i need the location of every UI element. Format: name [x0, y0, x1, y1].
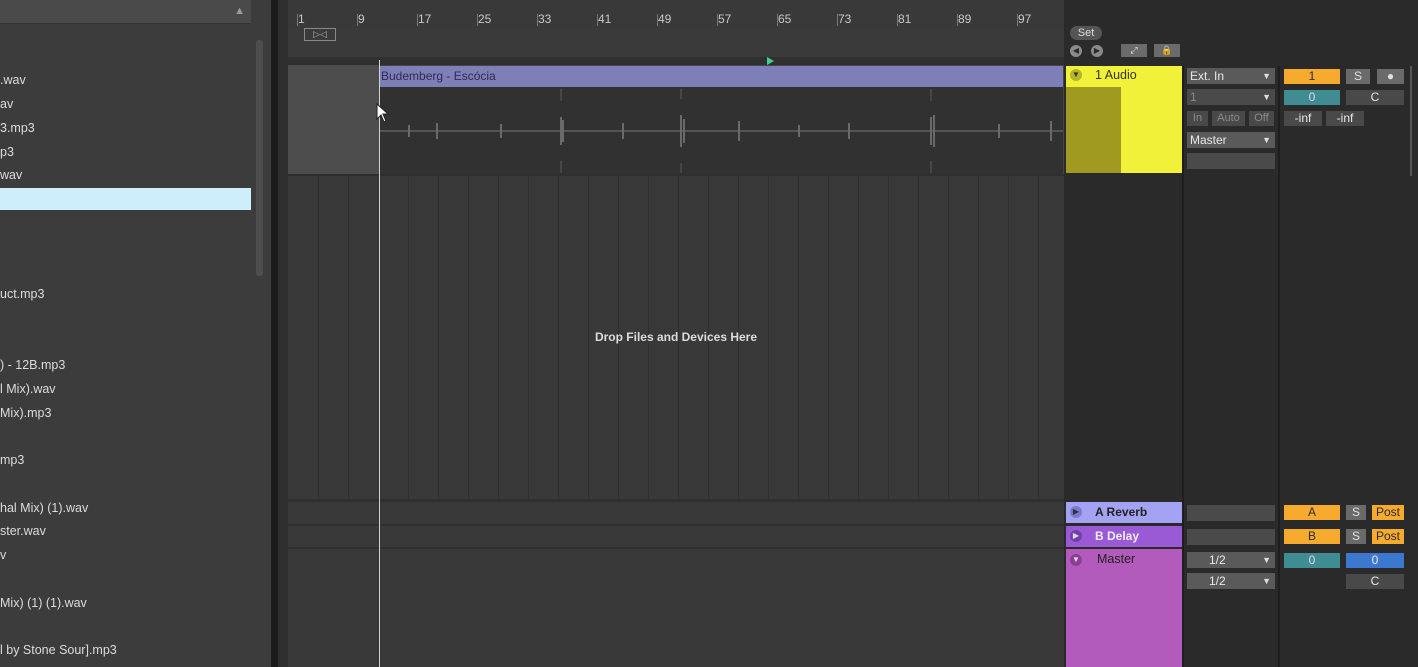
ruler-tick: 73 — [838, 12, 852, 26]
file-item[interactable]: av — [0, 95, 13, 113]
track-activator-button[interactable]: 1 — [1284, 69, 1340, 84]
return-a-solo[interactable]: S — [1346, 505, 1366, 520]
return-b-name[interactable]: B Delay — [1095, 529, 1139, 543]
file-item[interactable]: ) - 12B.mp3 — [0, 356, 65, 374]
beat-ruler[interactable]: 1 9 17 25 33 41 49 57 65 73 81 89 97 — [288, 0, 1064, 27]
return-a-lane[interactable] — [288, 502, 1064, 524]
file-item[interactable]: .wav — [0, 71, 26, 89]
meter-right-value: -inf — [1326, 111, 1364, 126]
file-item[interactable]: wav — [0, 166, 22, 184]
sort-up-icon[interactable]: ▲ — [234, 5, 245, 17]
waveform — [379, 89, 1063, 173]
monitor-auto-button[interactable]: Auto — [1212, 111, 1245, 126]
ruler-tick: 25 — [478, 12, 492, 26]
input-type-select[interactable]: Ext. In ▼ — [1187, 68, 1275, 84]
file-item[interactable]: Mix) (1) (1).wav — [0, 594, 87, 612]
fold-icon[interactable]: ▼ — [1070, 554, 1082, 566]
master-name[interactable]: Master — [1097, 552, 1135, 566]
fold-icon[interactable]: ▼ — [1070, 69, 1082, 81]
file-item[interactable]: uct.mp3 — [0, 285, 44, 303]
ruler-tick: 9 — [358, 12, 365, 26]
master-cue-out-select[interactable]: 1/2 ▼ — [1187, 552, 1275, 568]
lock-icon[interactable]: 🔒 — [1154, 44, 1180, 57]
monitor-off-button[interactable]: Off — [1249, 111, 1274, 126]
selected-file-row[interactable] — [0, 188, 251, 210]
master-lane[interactable] — [288, 549, 1064, 667]
input-channel-select[interactable]: 1 ▼ — [1187, 89, 1275, 105]
expand-icon[interactable]: ⤢ — [1121, 44, 1147, 57]
output-channel-select[interactable] — [1187, 153, 1275, 169]
panel-divider[interactable] — [271, 0, 278, 667]
monitor-in-button[interactable]: In — [1187, 111, 1208, 126]
ruler-tick: 49 — [658, 12, 672, 26]
meter-left-value: -inf — [1284, 111, 1322, 126]
file-item[interactable]: p3 — [0, 143, 14, 161]
ruler-tick: 65 — [778, 12, 792, 26]
file-item[interactable]: l by Stone Sour].mp3 — [0, 641, 117, 659]
ruler-tick: 41 — [598, 12, 612, 26]
return-b-post[interactable]: Post — [1372, 529, 1404, 544]
file-browser: ▲ — [0, 0, 271, 667]
ruler-tick: 17 — [418, 12, 432, 26]
return-b-activator[interactable]: B — [1284, 529, 1340, 544]
return-a-post[interactable]: Post — [1372, 505, 1404, 520]
file-item[interactable]: v — [0, 546, 6, 564]
pan-field[interactable]: C — [1346, 90, 1404, 105]
browser-scrollbar[interactable] — [256, 40, 263, 276]
insert-marker — [379, 60, 380, 667]
return-a-name[interactable]: A Reverb — [1095, 505, 1147, 519]
file-item[interactable]: mp3 — [0, 451, 24, 469]
track-activity-level — [1066, 87, 1121, 173]
ruler-tick: 89 — [958, 12, 972, 26]
forward-arrow-icon[interactable]: ▶ — [1091, 45, 1103, 57]
arm-button[interactable]: ● — [1377, 69, 1404, 84]
ruler-tick: 81 — [898, 12, 912, 26]
mouse-pointer-icon — [376, 103, 390, 123]
file-item[interactable]: l Mix).wav — [0, 380, 56, 398]
master-cue-volume[interactable]: 0 — [1284, 553, 1340, 568]
return-b-lane[interactable] — [288, 526, 1064, 547]
ruler-tick: 1 — [298, 12, 305, 26]
master-header[interactable] — [1066, 549, 1182, 667]
loop-bar[interactable] — [288, 27, 1064, 57]
return-a-output[interactable] — [1187, 505, 1275, 521]
solo-button[interactable]: S — [1346, 69, 1370, 84]
volume-field[interactable]: 0 — [1284, 90, 1340, 105]
audio-clip-title[interactable]: Budemberg - Escócia — [379, 66, 1063, 87]
return-b-solo[interactable]: S — [1346, 529, 1366, 544]
master-volume[interactable]: 0 — [1346, 553, 1404, 568]
loop-brace-icon[interactable]: ▷◁ — [304, 28, 336, 41]
play-icon[interactable]: ▶ — [1070, 530, 1082, 542]
ruler-tick: 57 — [718, 12, 732, 26]
play-icon[interactable]: ▶ — [1070, 506, 1082, 518]
output-select[interactable]: Master ▼ — [1187, 132, 1275, 148]
master-out-select[interactable]: 1/2 ▼ — [1187, 573, 1275, 589]
return-b-output[interactable] — [1187, 529, 1275, 545]
back-arrow-icon[interactable]: ◀ — [1070, 45, 1082, 57]
track-name[interactable]: 1 Audio — [1095, 68, 1137, 82]
return-a-activator[interactable]: A — [1284, 505, 1340, 520]
set-button[interactable]: Set — [1070, 26, 1102, 40]
file-item[interactable]: 3.mp3 — [0, 119, 35, 137]
file-item[interactable]: ster.wav — [0, 522, 46, 540]
ruler-tick: 97 — [1018, 12, 1032, 26]
file-item[interactable]: hal Mix) (1).wav — [0, 499, 88, 517]
browser-header[interactable]: ▲ — [0, 0, 251, 24]
file-item[interactable]: Mix).mp3 — [0, 404, 51, 422]
drop-hint: Drop Files and Devices Here — [594, 330, 758, 344]
ruler-tick: 33 — [538, 12, 552, 26]
track-empty-region[interactable] — [288, 65, 379, 174]
master-pan[interactable]: C — [1346, 574, 1404, 589]
